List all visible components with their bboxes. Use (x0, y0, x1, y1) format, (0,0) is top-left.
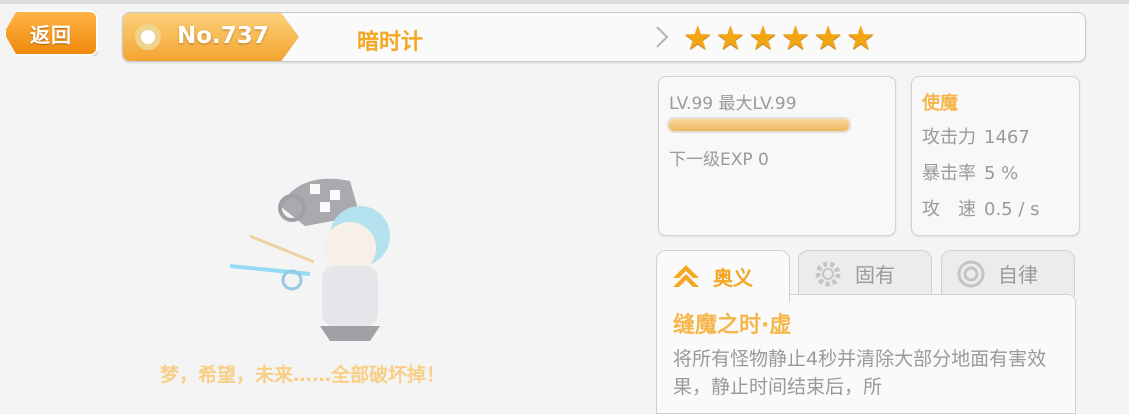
tab-innate[interactable]: 固有 (798, 250, 932, 296)
gear-icon (815, 261, 841, 286)
character-type: 使魔 (922, 93, 958, 114)
star-icon: ★ (748, 18, 778, 57)
character-name: 暗时计 (357, 30, 424, 55)
stat-label: 攻 速 (922, 199, 976, 220)
stats-panel: 使魔 攻击力 1467 暴击率 5 % 攻 速 0.5 / s (911, 76, 1080, 236)
character-quote: 梦，希望，未来……全部破坏掉！ (160, 364, 446, 386)
star-icon: ★ (813, 18, 843, 57)
star-icon: ★ (683, 18, 713, 57)
back-button[interactable]: 返回 (4, 10, 98, 56)
tab-label: 奥义 (713, 266, 753, 290)
stat-value: 1467 (984, 127, 1030, 148)
star-icon: ★ (845, 18, 876, 57)
circle-icon (135, 24, 161, 50)
top-border (0, 0, 1129, 4)
tab-label: 固有 (855, 263, 895, 287)
stat-label: 攻击力 (922, 127, 976, 148)
level-progress-bar (667, 117, 851, 133)
character-sprite (229, 178, 390, 341)
star-rating: ★ ★ ★ ★ ★ ★ (683, 21, 876, 54)
star-icon: ★ (715, 18, 746, 57)
chevron-right-icon (656, 26, 669, 48)
tab-label: 自律 (998, 263, 1038, 287)
stat-value: 5 % (984, 163, 1019, 184)
level-progress-fill (669, 119, 849, 131)
character-header: No.737 暗时计 ★ ★ ★ ★ ★ ★ (122, 12, 1086, 62)
skill-panel: 缝魔之时·虚 将所有怪物静止4秒并清除大部分地面有害效果，静止时间结束后，所 (656, 294, 1076, 414)
skill-description: 将所有怪物静止4秒并清除大部分地面有害效果，静止时间结束后，所 (673, 348, 1047, 398)
stat-speed: 攻 速 0.5 / s (922, 195, 1040, 221)
number-tab: No.737 (123, 13, 299, 61)
chevron-up-icon (673, 264, 699, 287)
stat-label: 暴击率 (922, 163, 976, 184)
level-panel: LV.99 最大LV.99 下一级EXP 0 (658, 76, 896, 236)
stat-attack: 攻击力 1467 (922, 123, 1030, 149)
stat-crit: 暴击率 5 % (922, 159, 1018, 185)
level-text: LV.99 最大LV.99 (669, 94, 797, 114)
star-icon: ★ (780, 18, 811, 57)
stat-value: 0.5 / s (984, 199, 1040, 220)
skill-name: 缝魔之时·虚 (673, 313, 792, 338)
tab-discipline[interactable]: 自律 (941, 250, 1075, 296)
target-icon (957, 260, 985, 287)
character-number: No.737 (177, 23, 269, 49)
next-exp-text: 下一级EXP 0 (669, 150, 769, 170)
back-button-label: 返回 (30, 22, 72, 47)
tab-ultimate[interactable]: 奥义 (656, 250, 790, 302)
